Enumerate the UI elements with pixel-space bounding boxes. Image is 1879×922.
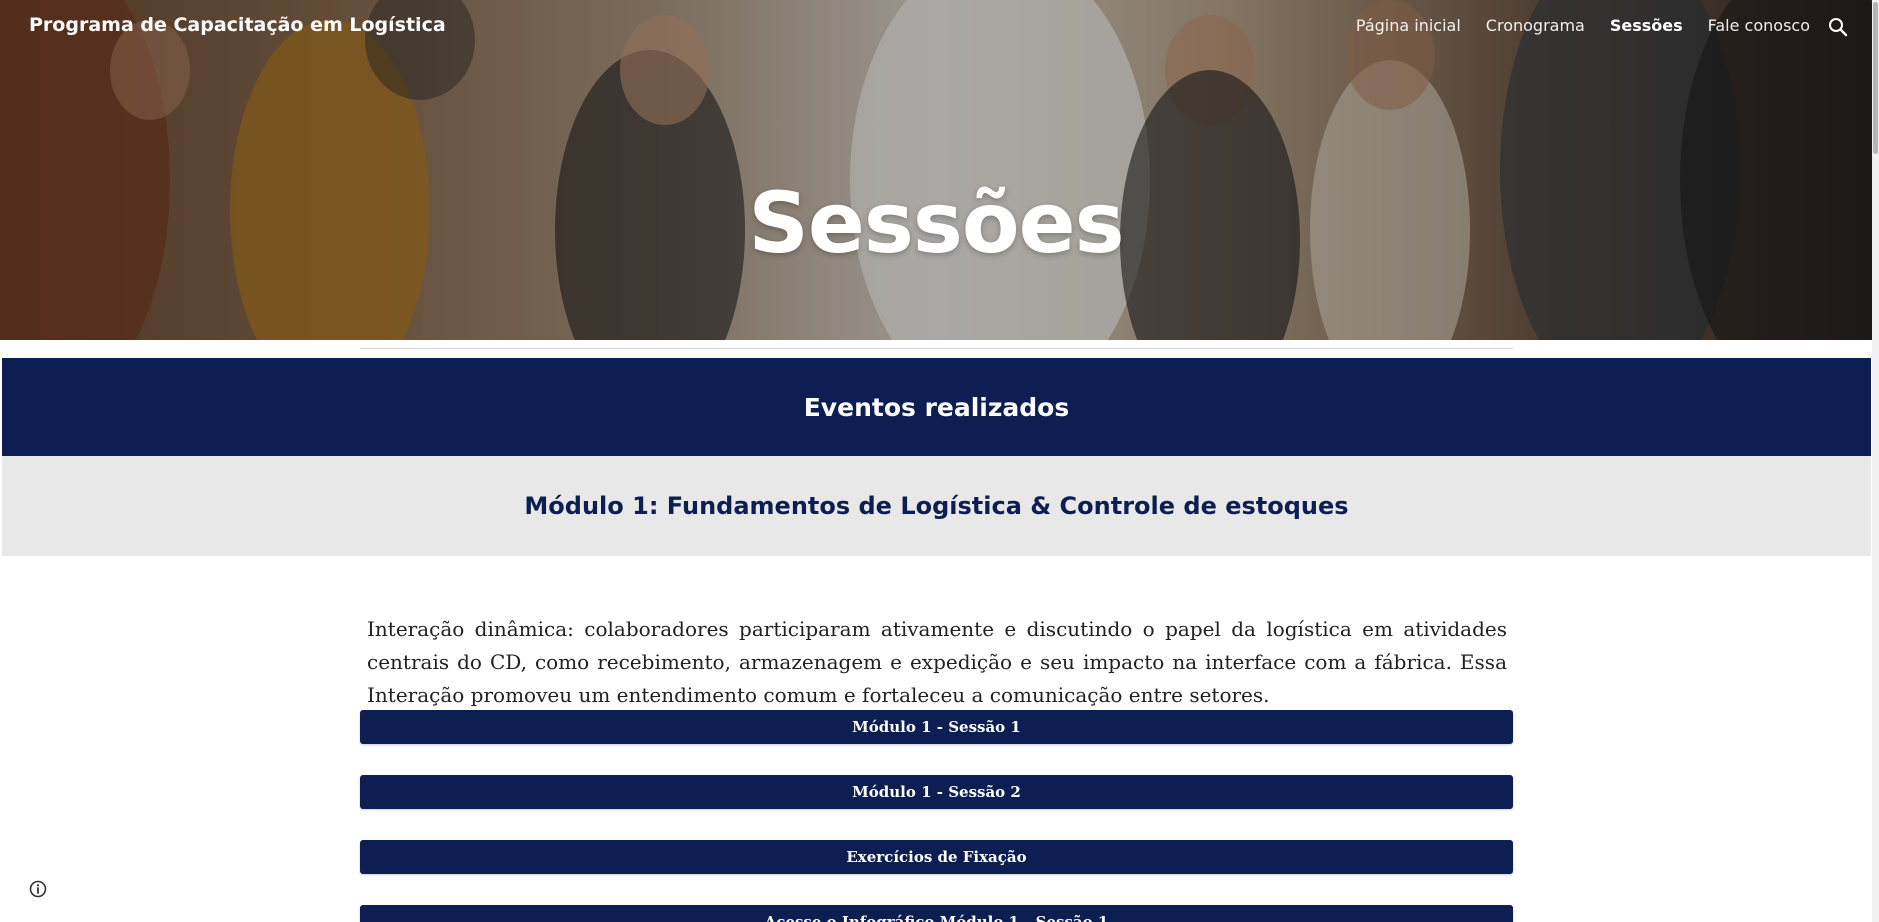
exercises-button[interactable]: Exercícios de Fixação: [360, 840, 1513, 874]
scrollbar-thumb[interactable]: [1873, 2, 1878, 154]
module1-session2-button[interactable]: Módulo 1 - Sessão 2: [360, 775, 1513, 809]
hero-header: Programa de Capacitação em Logística Pág…: [0, 0, 1872, 340]
nav-item-cronograma[interactable]: Cronograma: [1486, 16, 1585, 35]
info-icon[interactable]: [28, 879, 48, 899]
search-icon[interactable]: [1826, 15, 1850, 39]
infographic-button[interactable]: Acesse o Infográfico Módulo 1 - Sessão 1: [360, 905, 1513, 922]
module-description: Interação dinâmica: colaboradores partic…: [367, 617, 1507, 707]
main-nav: Página inicial Cronograma Sessões Fale c…: [1356, 16, 1810, 35]
hero-overlay: [0, 0, 1872, 340]
module1-session1-button[interactable]: Módulo 1 - Sessão 1: [360, 710, 1513, 744]
nav-item-fale-conosco[interactable]: Fale conosco: [1708, 16, 1810, 35]
site-title-link[interactable]: Programa de Capacitação em Logística: [29, 14, 446, 36]
events-heading: Eventos realizados: [803, 392, 1070, 422]
nav-item-pagina-inicial[interactable]: Página inicial: [1356, 16, 1461, 35]
page-title: Sessões: [748, 174, 1124, 273]
nav-item-sessoes[interactable]: Sessões: [1610, 16, 1683, 35]
page: Programa de Capacitação em Logística Pág…: [0, 0, 1879, 922]
module-heading: Módulo 1: Fundamentos de Logística & Con…: [524, 492, 1349, 520]
page-scrollbar[interactable]: [1872, 0, 1879, 922]
module-header-band: Módulo 1: Fundamentos de Logística & Con…: [2, 456, 1871, 556]
section-divider: [360, 348, 1513, 349]
events-banner: Eventos realizados: [2, 358, 1871, 456]
